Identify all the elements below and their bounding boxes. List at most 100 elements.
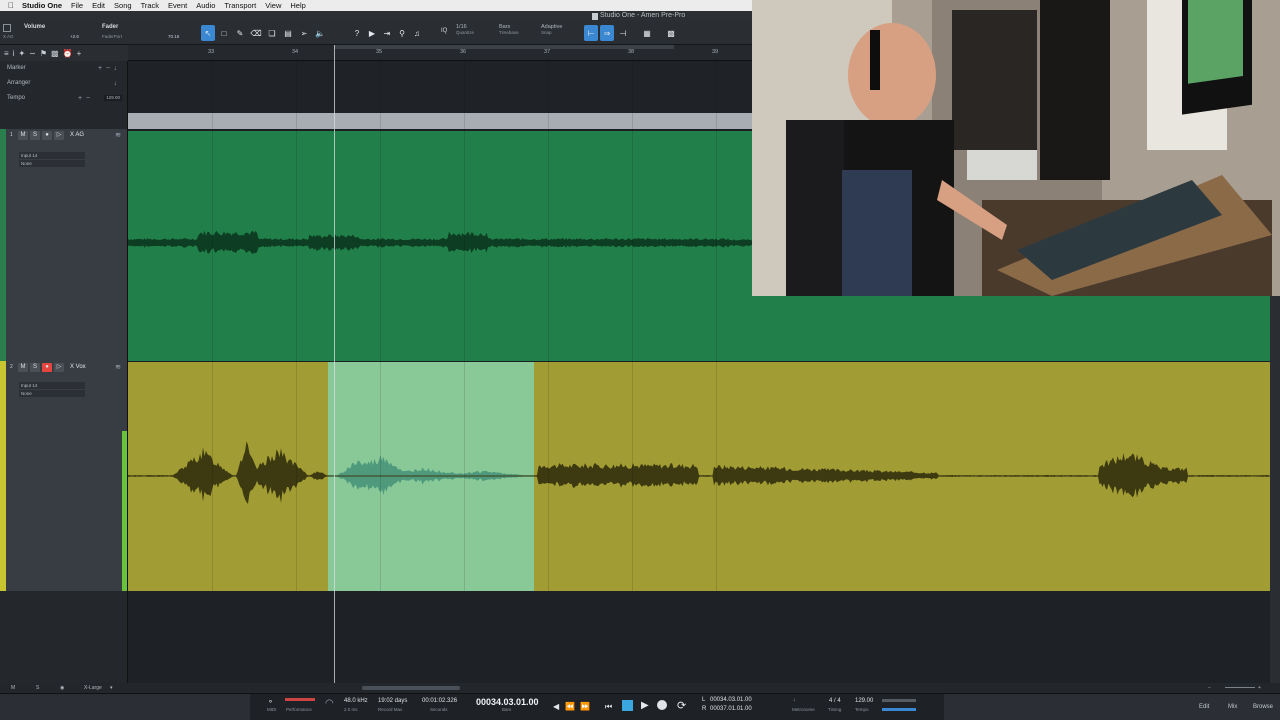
menu-song[interactable]: Song xyxy=(114,1,132,10)
empty-track-list[interactable] xyxy=(0,591,128,683)
automation-icon[interactable]: ∼ xyxy=(29,49,36,58)
split-tool-icon[interactable]: ✎ xyxy=(233,25,247,41)
snap-select[interactable]: Adaptive Snap xyxy=(541,24,581,35)
menu-help[interactable]: Help xyxy=(290,1,305,10)
stop-button[interactable] xyxy=(622,700,633,711)
ripple-edit-icon[interactable]: ⊣ xyxy=(616,25,630,41)
horizontal-scrollbar[interactable] xyxy=(362,686,460,690)
control-link-icon[interactable] xyxy=(3,24,11,32)
vertical-scrollbar[interactable] xyxy=(1270,296,1280,683)
mute-button[interactable]: M xyxy=(18,131,28,140)
mute-tool-icon[interactable]: ▤ xyxy=(281,25,295,41)
rewind-icon[interactable]: ⏪ xyxy=(565,702,575,711)
zoom-out-icon[interactable]: − xyxy=(1208,685,1211,691)
track-name[interactable]: X Vox xyxy=(70,364,86,370)
focus-control[interactable]: Volume xyxy=(24,24,45,30)
menu-view[interactable]: View xyxy=(265,1,281,10)
solo-button[interactable]: S xyxy=(30,131,40,140)
arranger-note-icon[interactable]: ♩ xyxy=(114,76,121,91)
device-control[interactable]: Fader xyxy=(102,24,118,30)
marker-add-icon[interactable]: + − ♩ xyxy=(98,61,121,76)
arranger-band[interactable] xyxy=(128,113,752,129)
global-lanes-area[interactable] xyxy=(128,61,752,113)
listen-tool-icon[interactable]: 🔈 xyxy=(313,25,327,41)
loop-right-locator[interactable]: 00037.01.01.00 xyxy=(710,706,752,712)
time-signature[interactable]: 4 / 4 xyxy=(829,698,841,704)
loop-left-locator[interactable]: 00034.03.01.00 xyxy=(710,697,752,703)
inspector-icon[interactable]: i xyxy=(13,49,15,58)
auto-scroll-icon[interactable]: ▶ xyxy=(365,25,379,41)
zoom-icon[interactable]: ⚲ xyxy=(395,25,409,41)
track-header-1[interactable]: 1 M S ● ▷ X AG ≋ Input 14 None xyxy=(0,129,128,361)
empty-arrange-area[interactable] xyxy=(128,591,1270,683)
zoom-in-icon[interactable]: + xyxy=(1258,685,1261,691)
tempo-add-icon[interactable]: + − xyxy=(78,91,90,106)
quantize-select[interactable]: 1/16 Quantize xyxy=(456,24,496,35)
output-select[interactable]: None xyxy=(19,160,85,167)
zoom-slider[interactable] xyxy=(1225,687,1255,688)
track-height-select[interactable]: X-Large xyxy=(84,685,102,691)
loop-range[interactable] xyxy=(334,45,674,49)
record-button[interactable] xyxy=(657,700,667,710)
menu-edit[interactable]: Edit xyxy=(92,1,105,10)
mix-button[interactable]: Mix xyxy=(1228,704,1237,710)
marker-lane-header[interactable]: Marker + − ♩ xyxy=(0,61,127,76)
add-track-icon[interactable]: + xyxy=(77,49,82,58)
monitor-icon[interactable]: ▷ xyxy=(54,363,64,372)
marker-flag-icon[interactable]: ⚑ xyxy=(40,49,47,58)
menu-transport[interactable]: Transport xyxy=(224,1,256,10)
tempo-lane-header[interactable]: Tempo + − 129.00 xyxy=(0,91,127,106)
timeline-ruler[interactable]: 33 34 35 36 37 38 39 xyxy=(128,45,752,61)
monitor-icon[interactable]: ▷ xyxy=(54,131,64,140)
menu-icon[interactable]: ≡ xyxy=(4,49,9,58)
global-mute-button[interactable]: M xyxy=(11,685,15,691)
snap-to-event-icon[interactable]: ⇒ xyxy=(600,25,614,41)
apple-icon[interactable]:  xyxy=(0,1,22,10)
arranger-lane-header[interactable]: Arranger ♩ xyxy=(0,76,127,91)
arrow-tool-icon[interactable]: ↖ xyxy=(201,25,215,41)
eraser-tool-icon[interactable]: ⌫ xyxy=(249,25,263,41)
solo-button[interactable]: S xyxy=(30,363,40,372)
playhead-cursor[interactable] xyxy=(334,45,335,685)
paint-tool-icon[interactable]: ❏ xyxy=(265,25,279,41)
microphone-icon[interactable]: ♫ xyxy=(410,25,424,41)
menu-app[interactable]: Studio One xyxy=(22,1,62,10)
chevron-down-icon[interactable]: ▾ xyxy=(110,685,113,691)
bars-display[interactable]: 00034.03.01.00 xyxy=(476,697,539,707)
input-select[interactable]: Input 14 xyxy=(19,152,85,159)
audio-event-x-vox[interactable] xyxy=(128,362,1270,591)
tempo-icon[interactable]: ⏰ xyxy=(63,49,73,58)
browse-button[interactable]: Browse xyxy=(1253,704,1273,710)
tempo-value[interactable]: 129.00 xyxy=(855,698,873,704)
input-select[interactable]: Input 14 xyxy=(19,382,85,389)
menu-audio[interactable]: Audio xyxy=(196,1,215,10)
menu-track[interactable]: Track xyxy=(141,1,159,10)
seconds-display[interactable]: 00:01:02.326 xyxy=(422,698,457,704)
waveform-icon[interactable]: ≋ xyxy=(115,363,121,371)
output-select[interactable]: None xyxy=(19,390,85,397)
metronome-icon[interactable]: ♩ xyxy=(793,697,799,703)
waveform-icon[interactable]: ≋ xyxy=(115,131,121,139)
loop-start-icon[interactable]: ◀ xyxy=(553,702,559,711)
monitor-icon[interactable]: ◉ xyxy=(60,685,64,691)
play-button[interactable]: ▶ xyxy=(641,700,649,711)
tempo-lane-value[interactable]: 129.00 xyxy=(104,95,122,101)
snap-to-grid-icon[interactable]: ⊢ xyxy=(584,25,598,41)
menu-event[interactable]: Event xyxy=(168,1,187,10)
mute-button[interactable]: M xyxy=(18,363,28,372)
track-name[interactable]: X AG xyxy=(70,132,84,138)
record-arm-button[interactable]: ● xyxy=(42,131,52,140)
fast-forward-icon[interactable]: ⏩ xyxy=(580,702,590,711)
arranger-icon[interactable]: ▩ xyxy=(51,49,59,58)
track-header-2[interactable]: 2 M S ● ▷ X Vox ≋ Input 14 None xyxy=(0,361,128,591)
save-icon[interactable]: ▩ xyxy=(664,25,678,41)
bend-tool-icon[interactable]: ➢ xyxy=(297,25,311,41)
follow-icon[interactable]: ⇥ xyxy=(380,25,394,41)
layout-icon[interactable]: ▦ xyxy=(640,25,654,41)
loop-icon[interactable]: ⟳ xyxy=(677,699,686,712)
iq-button[interactable]: IQ xyxy=(441,28,447,34)
record-arm-button[interactable]: ● xyxy=(42,363,52,372)
tools-icon[interactable]: ✦ xyxy=(18,49,25,58)
menu-file[interactable]: File xyxy=(71,1,83,10)
edit-button[interactable]: Edit xyxy=(1199,704,1209,710)
